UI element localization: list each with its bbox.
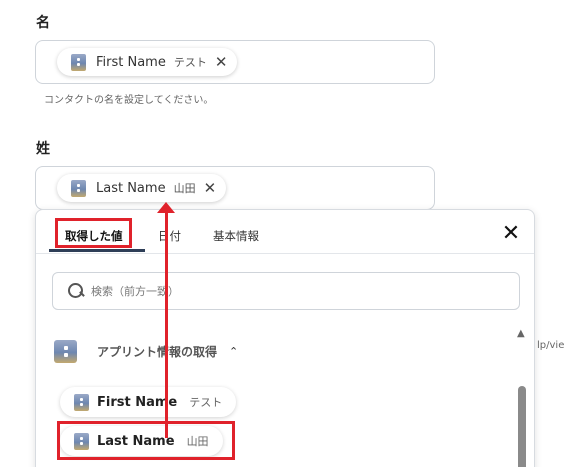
annotation-arrow-head xyxy=(157,202,175,213)
first-name-field[interactable]: First Name テスト ✕ xyxy=(35,40,435,84)
search-icon xyxy=(67,282,85,300)
option-first-name[interactable]: First Name テスト xyxy=(60,387,237,417)
app-icon xyxy=(54,340,77,363)
tab-divider xyxy=(36,253,534,254)
variable-icon xyxy=(71,53,86,71)
remove-chip-icon[interactable]: ✕ xyxy=(204,180,217,196)
first-name-hint: コンタクトの名を設定してください。 xyxy=(44,95,214,106)
first-name-label: 名 xyxy=(36,15,50,31)
section-title: アプリント情報の取得 xyxy=(97,345,218,359)
chip-value: 山田 xyxy=(173,182,196,195)
chip-value: テスト xyxy=(173,56,207,69)
highlight-tab-box xyxy=(55,218,132,248)
tab-basic-info[interactable]: 基本情報 xyxy=(213,228,259,244)
first-name-chip[interactable]: First Name テスト ✕ xyxy=(57,48,238,76)
remove-chip-icon[interactable]: ✕ xyxy=(215,54,228,70)
chip-name: First Name xyxy=(96,54,166,70)
section-header[interactable]: アプリント情報の取得 ⌃ xyxy=(54,340,238,363)
scrollbar-thumb[interactable] xyxy=(518,386,526,467)
last-name-chip[interactable]: Last Name 山田 ✕ xyxy=(57,174,227,202)
last-name-field[interactable]: Last Name 山田 ✕ xyxy=(35,166,435,210)
variable-icon xyxy=(74,393,89,411)
scroll-up-arrow-icon[interactable]: ▲ xyxy=(517,328,525,339)
close-icon[interactable]: ✕ xyxy=(500,223,522,245)
active-tab-indicator xyxy=(49,249,145,252)
variable-icon xyxy=(71,179,86,197)
last-name-label: 姓 xyxy=(36,141,50,157)
background-text-fragment: lp/vie xyxy=(537,340,565,351)
search-input[interactable]: 検索（前方一致） xyxy=(52,272,520,310)
option-value: テスト xyxy=(189,396,223,409)
tab-date[interactable]: 日付 xyxy=(158,228,181,244)
chevron-up-icon[interactable]: ⌃ xyxy=(229,345,238,358)
highlight-option-box xyxy=(57,421,235,460)
annotation-arrow-line xyxy=(165,210,168,438)
chip-name: Last Name xyxy=(96,180,166,196)
